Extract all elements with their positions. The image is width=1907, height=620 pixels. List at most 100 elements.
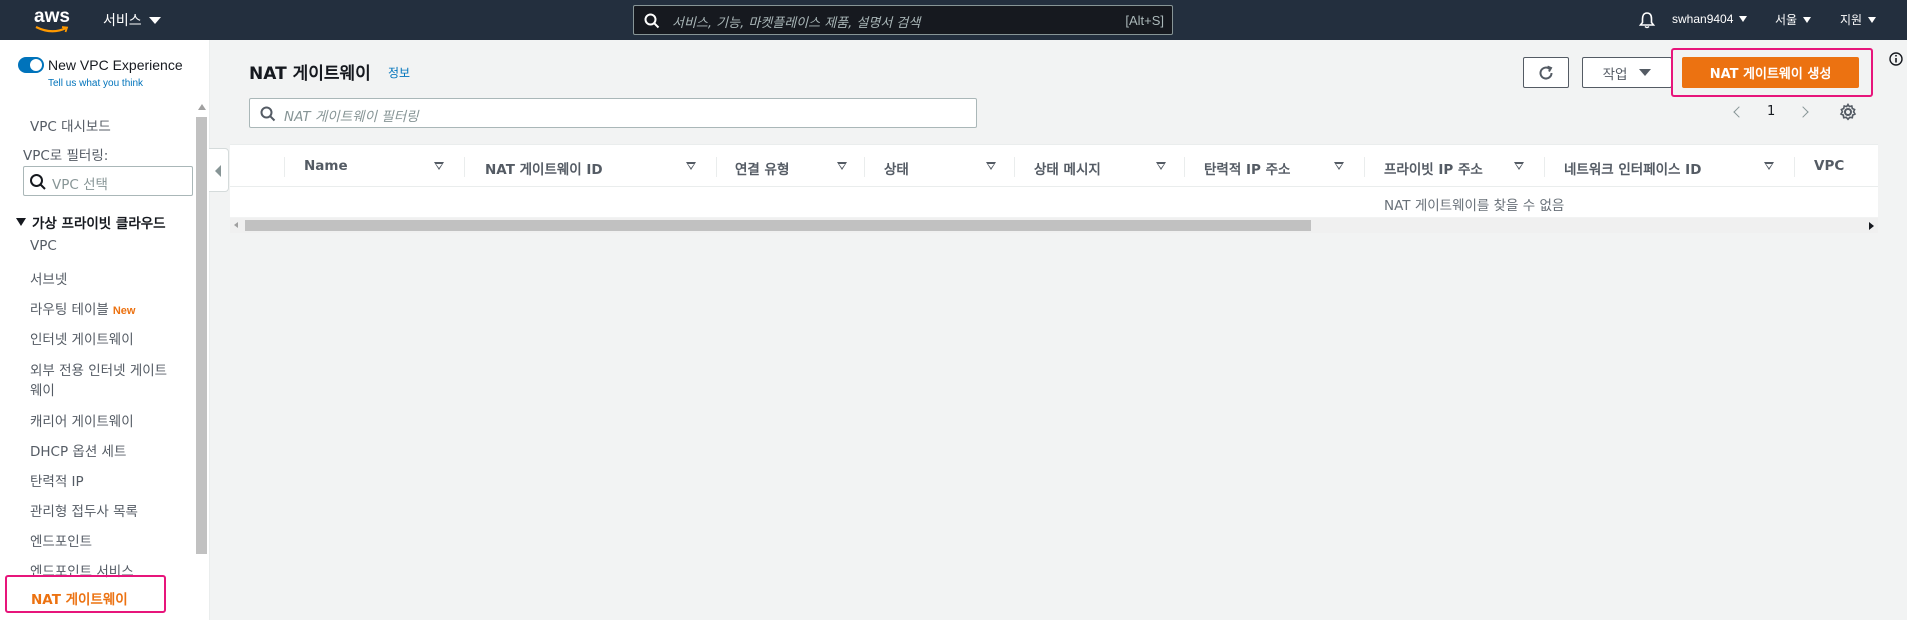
search-icon	[30, 174, 46, 190]
search-shortcut: [Alt+S]	[1125, 13, 1164, 28]
column-name[interactable]: Name	[304, 158, 348, 174]
column-divider	[284, 157, 285, 177]
table-horizontal-scrollbar[interactable]	[230, 218, 1878, 233]
global-search[interactable]: 서비스, 기능, 마켓플레이스 제품, 설명서 검색 [Alt+S]	[633, 5, 1173, 35]
empty-state-row: NAT 게이트웨이를 찾을 수 없음	[230, 187, 1878, 217]
sort-icon[interactable]	[1156, 162, 1166, 170]
info-panel-icon[interactable]	[1889, 52, 1903, 66]
column-state-message[interactable]: 상태 메시지	[1034, 158, 1101, 178]
region-name: 서울	[1775, 13, 1798, 27]
prev-page-icon[interactable]	[1733, 105, 1745, 118]
sidebar-item-dashboard[interactable]: VPC 대시보드	[30, 115, 111, 135]
aws-smile-icon	[35, 26, 69, 33]
new-badge: New	[112, 305, 136, 317]
scrollbar-thumb[interactable]	[245, 220, 1311, 231]
info-link[interactable]: 정보	[388, 64, 410, 81]
scroll-left-icon[interactable]	[234, 222, 238, 228]
sidebar-collapse-button[interactable]	[209, 148, 229, 192]
page-title: NAT 게이트웨이	[249, 64, 371, 84]
caret-down-icon	[16, 218, 26, 226]
vpc-filter-label: VPC로 필터링:	[23, 148, 109, 164]
sidebar-item-egress-only-igw-wrap[interactable]: 웨이	[30, 379, 55, 399]
services-menu[interactable]: 서비스	[103, 10, 161, 30]
search-icon	[260, 106, 276, 122]
settings-gear-icon[interactable]	[1839, 103, 1857, 121]
search-placeholder: 서비스, 기능, 마켓플레이스 제품, 설명서 검색	[672, 16, 921, 31]
caret-down-icon	[1639, 69, 1652, 76]
column-connectivity-type[interactable]: 연결 유형	[735, 158, 789, 178]
column-network-interface-id[interactable]: 네트워크 인터페이스 ID	[1564, 158, 1701, 178]
sidebar-item-dhcp-options[interactable]: DHCP 옵션 세트	[30, 440, 126, 460]
scroll-right-icon[interactable]	[1869, 222, 1874, 230]
notification-bell-icon[interactable]	[1638, 11, 1656, 29]
actions-button[interactable]: 작업	[1582, 57, 1672, 88]
column-divider	[1794, 157, 1795, 177]
search-icon	[644, 13, 660, 29]
column-private-ip[interactable]: 프라이빗 IP 주소	[1384, 158, 1483, 178]
user-menu[interactable]: swhan9404	[1672, 12, 1748, 26]
current-page[interactable]: 1	[1767, 104, 1775, 119]
refresh-icon	[1539, 65, 1553, 80]
empty-message: NAT 게이트웨이를 찾을 수 없음	[1384, 198, 1565, 214]
table-header: Name NAT 게이트웨이 ID 연결 유형 상태 상태 메시지 탄력적 IP…	[230, 144, 1878, 187]
sort-icon[interactable]	[434, 162, 444, 170]
vpc-select-placeholder: VPC 선택	[52, 177, 108, 193]
create-label: NAT 게이트웨이 생성	[1709, 67, 1832, 82]
column-divider	[1544, 157, 1545, 177]
sidebar-scrollbar[interactable]	[195, 102, 208, 620]
vpc-group-header[interactable]: 가상 프라이빗 클라우드	[16, 212, 166, 232]
aws-logo-text: aws	[34, 6, 70, 27]
vpc-group-label: 가상 프라이빗 클라우드	[32, 216, 166, 232]
column-vpc[interactable]: VPC	[1814, 158, 1844, 174]
column-divider	[464, 157, 465, 177]
column-divider	[864, 157, 865, 177]
sidebar-item-endpoints[interactable]: 엔드포인트	[30, 530, 92, 550]
sidebar-item-egress-only-igw[interactable]: 외부 전용 인터넷 게이트	[30, 359, 167, 379]
user-name: swhan9404	[1672, 12, 1734, 26]
support-label: 지원	[1840, 13, 1863, 27]
column-state[interactable]: 상태	[884, 158, 909, 178]
sort-icon[interactable]	[837, 162, 847, 170]
sidebar-item-elastic-ips[interactable]: 탄력적 IP	[30, 470, 84, 490]
refresh-button[interactable]	[1523, 57, 1569, 88]
sidebar-item-prefix-lists[interactable]: 관리형 접두사 목록	[30, 500, 138, 520]
new-vpc-experience-toggle[interactable]	[18, 57, 44, 73]
actions-label: 작업	[1602, 66, 1628, 83]
scrollbar-thumb[interactable]	[196, 117, 207, 554]
vpc-select[interactable]: VPC 선택	[23, 166, 193, 196]
sort-icon[interactable]	[686, 162, 696, 170]
column-divider	[716, 157, 717, 177]
sidebar-item-subnets[interactable]: 서브넷	[30, 268, 67, 288]
top-navigation: aws 서비스 서비스, 기능, 마켓플레이스 제품, 설명서 검색 [Alt+…	[0, 0, 1907, 40]
region-menu[interactable]: 서울	[1775, 11, 1812, 28]
sort-icon[interactable]	[986, 162, 996, 170]
column-nat-gateway-id[interactable]: NAT 게이트웨이 ID	[485, 158, 603, 178]
sidebar-item-label: 라우팅 테이블	[30, 302, 109, 318]
support-menu[interactable]: 지원	[1840, 11, 1877, 28]
column-divider	[1184, 157, 1185, 177]
sidebar-item-route-tables[interactable]: 라우팅 테이블 New	[30, 298, 135, 318]
column-elastic-ip[interactable]: 탄력적 IP 주소	[1204, 158, 1290, 178]
sidebar-item-carrier-gateways[interactable]: 캐리어 게이트웨이	[30, 410, 134, 430]
sidebar-item-vpc[interactable]: VPC	[30, 238, 57, 254]
aws-logo[interactable]: aws	[34, 6, 72, 34]
caret-down-icon	[148, 16, 161, 24]
sort-icon[interactable]	[1764, 162, 1774, 170]
sort-icon[interactable]	[1334, 162, 1344, 170]
feedback-link[interactable]: Tell us what you think	[48, 78, 143, 89]
scroll-up-icon[interactable]	[198, 104, 206, 110]
services-label: 서비스	[103, 13, 142, 29]
next-page-icon[interactable]	[1797, 105, 1809, 118]
nat-gateways-table: Name NAT 게이트웨이 ID 연결 유형 상태 상태 메시지 탄력적 IP…	[230, 144, 1878, 217]
caret-down-icon	[1868, 16, 1877, 23]
nat-filter-input[interactable]: NAT 게이트웨이 필터링	[249, 98, 977, 128]
new-experience-label: New VPC Experience	[48, 57, 183, 73]
create-nat-gateway-button[interactable]: NAT 게이트웨이 생성	[1682, 57, 1859, 88]
sidebar-item-internet-gateways[interactable]: 인터넷 게이트웨이	[30, 328, 134, 348]
filter-placeholder: NAT 게이트웨이 필터링	[284, 109, 419, 125]
sort-icon[interactable]	[1514, 162, 1524, 170]
column-divider	[1364, 157, 1365, 177]
column-divider	[1014, 157, 1015, 177]
sidebar-item-nat-gateways[interactable]: NAT 게이트웨이	[5, 575, 166, 613]
caret-down-icon	[1803, 16, 1812, 23]
